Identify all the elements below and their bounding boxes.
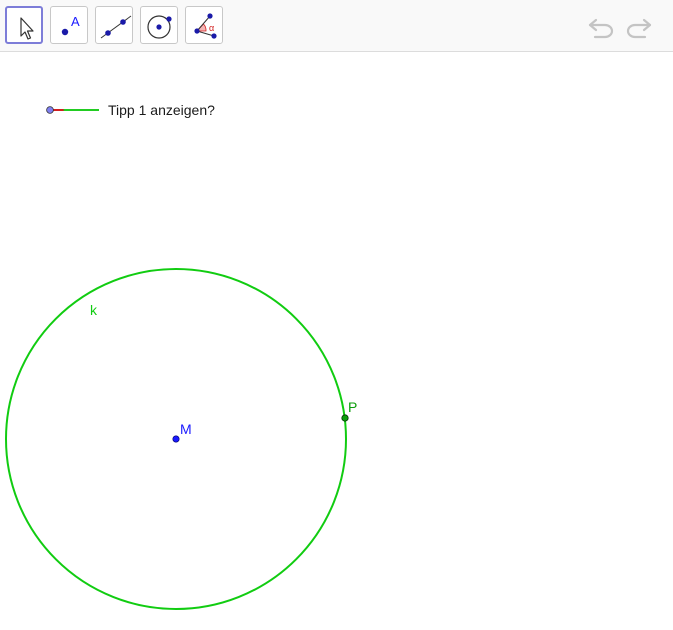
angle-tool-button[interactable]: α xyxy=(185,6,223,44)
undo-icon xyxy=(588,18,614,39)
line-icon xyxy=(100,15,132,39)
point-p-label: P xyxy=(348,399,358,415)
redo-button[interactable] xyxy=(623,13,653,39)
line-tool-button[interactable] xyxy=(95,6,133,44)
point-p[interactable] xyxy=(341,414,349,422)
angle-icon: α xyxy=(194,13,217,39)
undo-button[interactable] xyxy=(587,13,617,39)
circle-k-label: k xyxy=(90,302,97,318)
point-tool-button[interactable]: A xyxy=(50,6,88,44)
point-m[interactable] xyxy=(172,435,180,443)
circle-tool-button[interactable] xyxy=(140,6,178,44)
move-tool-button[interactable] xyxy=(5,6,43,44)
redo-icon xyxy=(626,18,652,39)
circle-icon xyxy=(147,15,172,39)
slider-label: Tipp 1 anzeigen? xyxy=(108,102,215,118)
graphics-view xyxy=(5,268,349,610)
slider-knob[interactable] xyxy=(46,106,54,114)
point-icon: A xyxy=(61,14,80,36)
point-tool-label: A xyxy=(71,14,80,29)
toolbar: A α xyxy=(0,0,673,52)
point-m-label: M xyxy=(180,421,192,437)
tipp-slider[interactable] xyxy=(44,103,104,117)
move-arrow-icon xyxy=(20,17,34,40)
angle-tool-label: α xyxy=(209,23,214,33)
